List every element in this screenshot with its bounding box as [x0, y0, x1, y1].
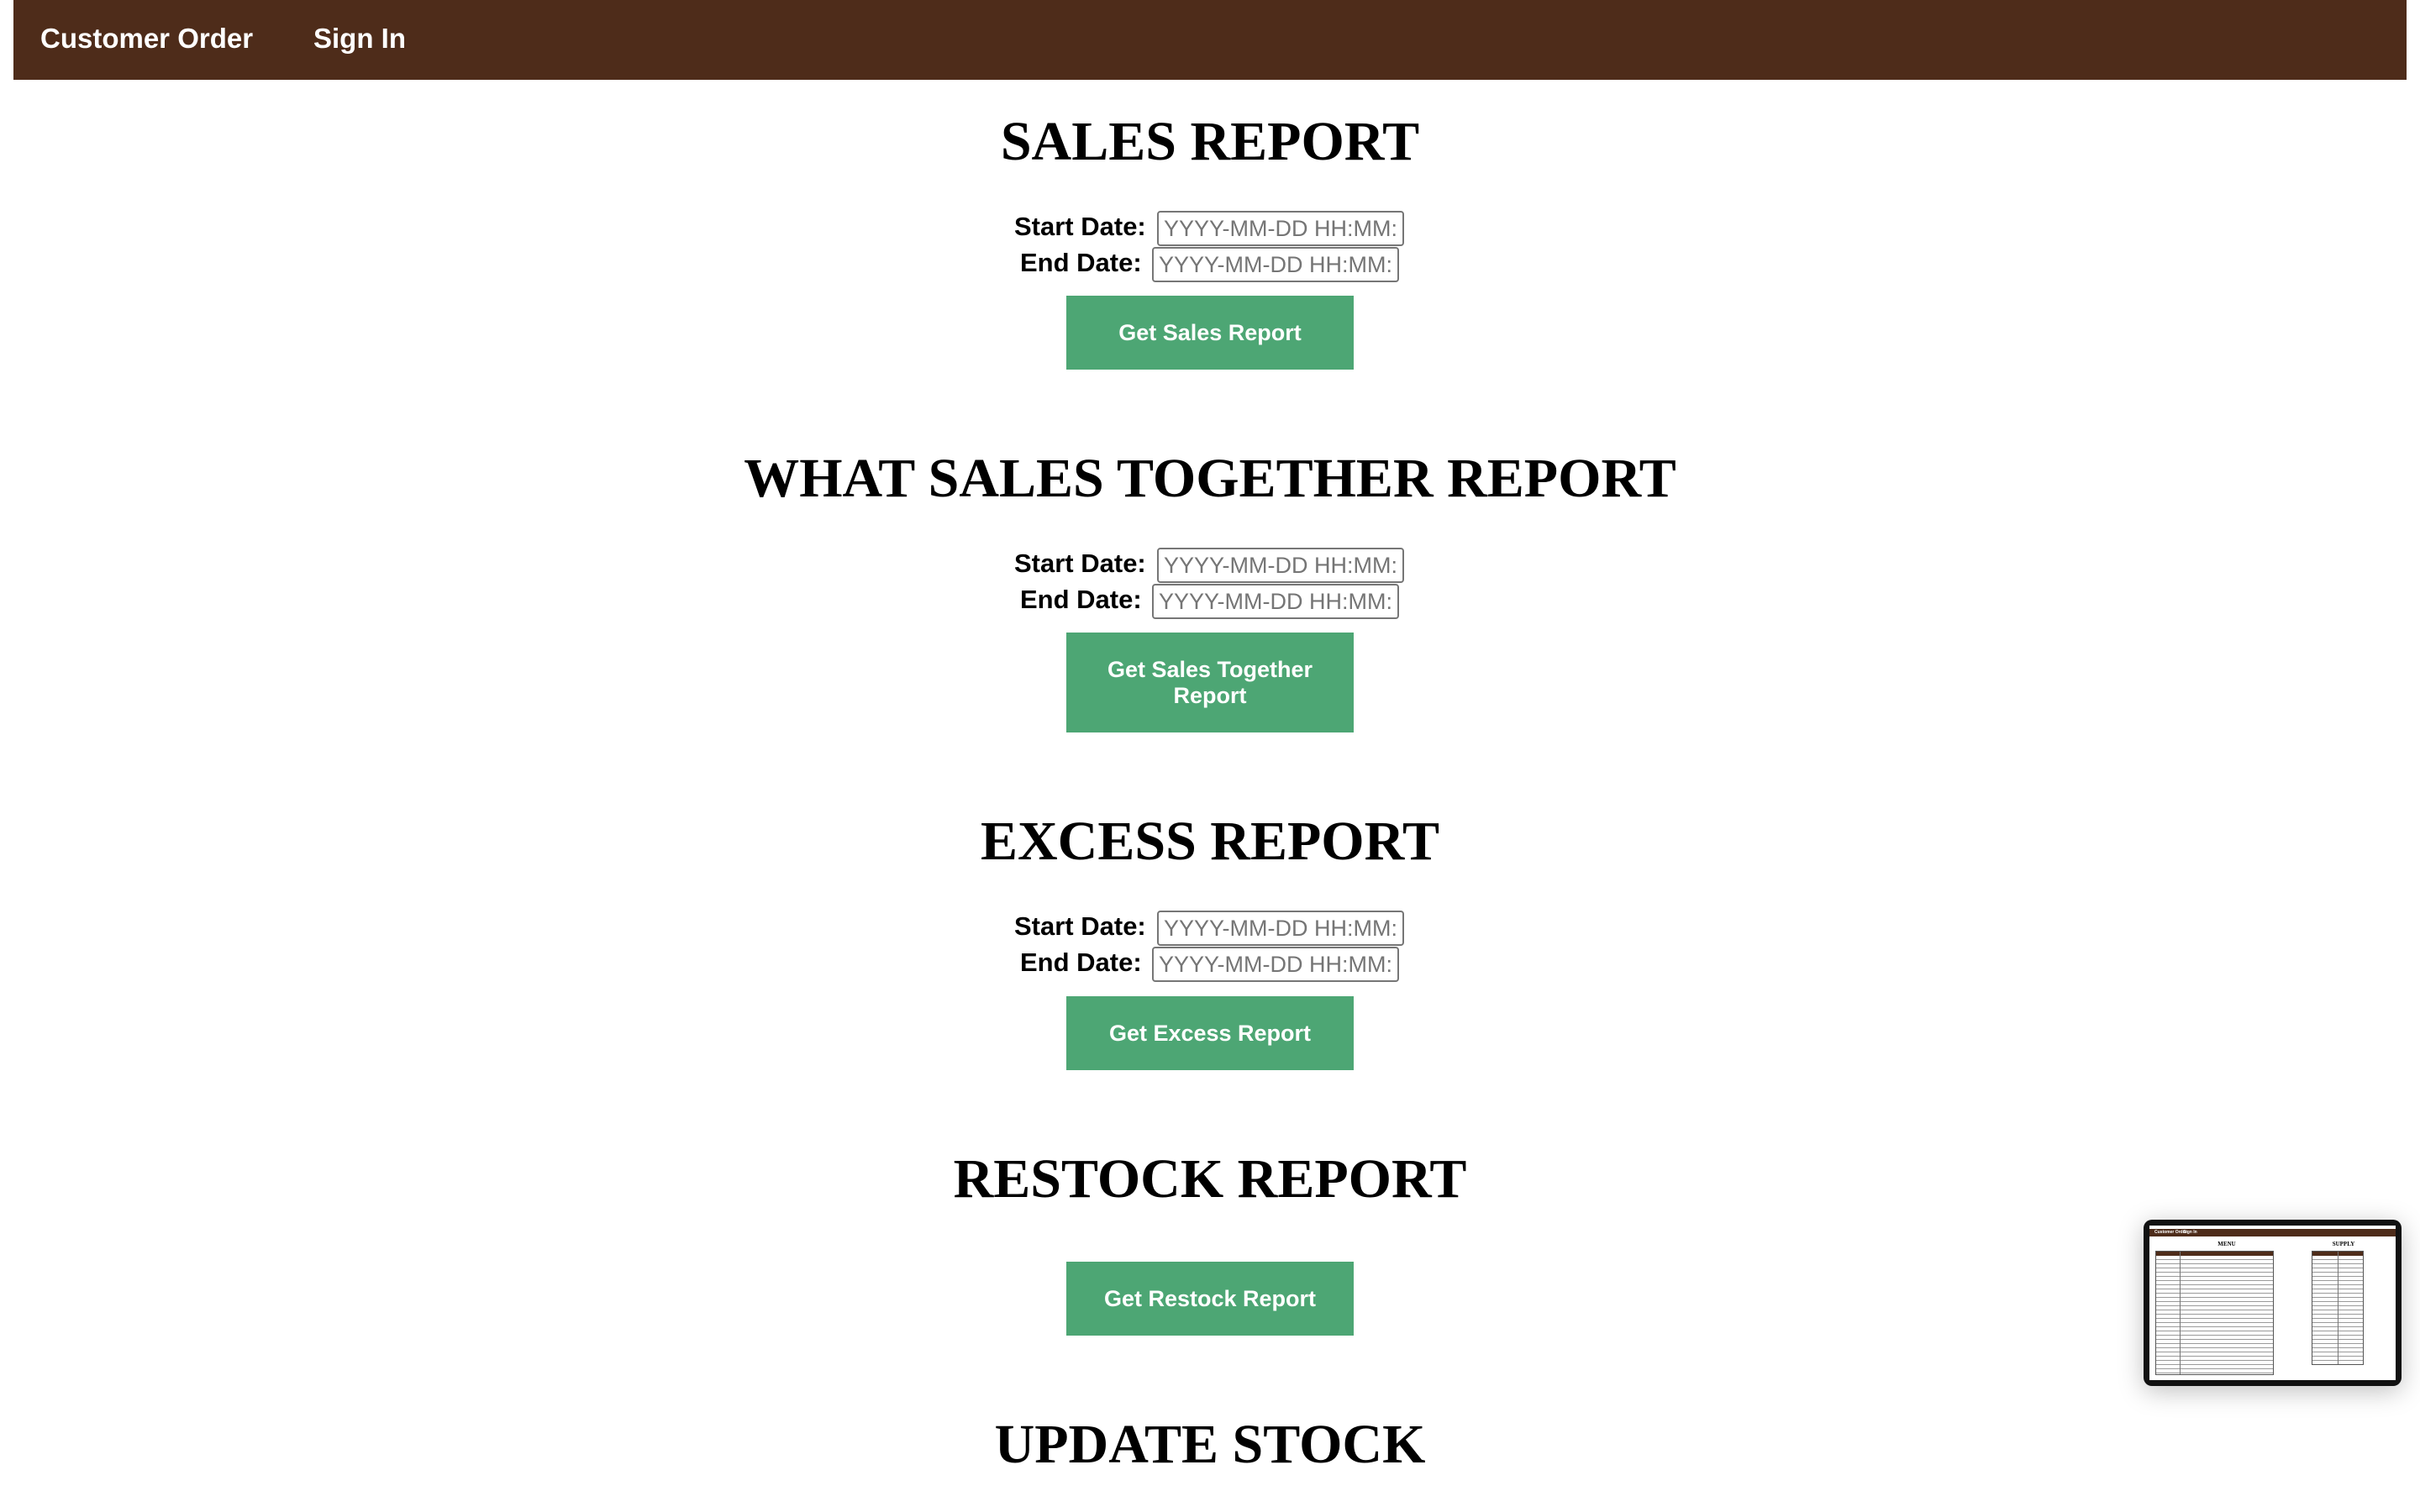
sales-together-end-date-label: End Date: — [1020, 585, 1142, 614]
nav-sign-in[interactable]: Sign In — [313, 22, 406, 55]
sales-together-start-date-label: Start Date: — [1014, 549, 1146, 578]
thumbnail-supply-table — [2312, 1251, 2364, 1365]
thumbnail-navbar: Customer Order Sign In — [2149, 1229, 2396, 1236]
window-thumbnail-preview[interactable]: Customer Order Sign In MENU SUPPLY — [2144, 1220, 2402, 1386]
excess-start-date-label: Start Date: — [1014, 911, 1146, 941]
thumbnail-menu-table-divider — [2180, 1252, 2181, 1374]
sales-together-end-date-input[interactable] — [1152, 584, 1399, 619]
sales-together-start-date-input[interactable] — [1157, 548, 1404, 583]
sales-report-title: SALES REPORT — [1000, 111, 1420, 172]
restock-report-title: RESTOCK REPORT — [953, 1148, 1467, 1210]
sales-end-date-label: End Date: — [1020, 248, 1142, 277]
sales-start-date-input[interactable] — [1157, 211, 1404, 246]
thumbnail-nav-customer-order: Customer Order — [2154, 1230, 2187, 1235]
thumbnail-supply-title: SUPPLY — [2332, 1241, 2355, 1247]
excess-report-title: EXCESS REPORT — [981, 811, 1439, 872]
nav-customer-order[interactable]: Customer Order — [40, 22, 253, 55]
top-navbar: Customer Order Sign In — [13, 0, 2407, 80]
excess-start-date-input[interactable] — [1157, 911, 1404, 946]
sales-start-date-label: Start Date: — [1014, 212, 1146, 241]
get-sales-report-button[interactable]: Get Sales Report — [1066, 296, 1354, 370]
thumbnail-nav-sign-in: Sign In — [2183, 1230, 2197, 1235]
thumbnail-menu-table — [2155, 1251, 2274, 1375]
thumbnail-menu-table-header — [2156, 1252, 2273, 1256]
thumbnail-page: Customer Order Sign In MENU SUPPLY — [2149, 1226, 2396, 1380]
update-stock-title: UPDATE STOCK — [994, 1414, 1426, 1475]
get-sales-together-report-button[interactable]: Get Sales Together Report — [1066, 633, 1354, 732]
thumbnail-menu-title: MENU — [2217, 1241, 2236, 1247]
excess-end-date-input[interactable] — [1152, 947, 1399, 982]
get-excess-report-button[interactable]: Get Excess Report — [1066, 996, 1354, 1070]
sales-together-report-title: WHAT SALES TOGETHER REPORT — [744, 448, 1676, 509]
get-restock-report-button[interactable]: Get Restock Report — [1066, 1262, 1354, 1336]
excess-end-date-label: End Date: — [1020, 948, 1142, 977]
sales-end-date-input[interactable] — [1152, 247, 1399, 282]
